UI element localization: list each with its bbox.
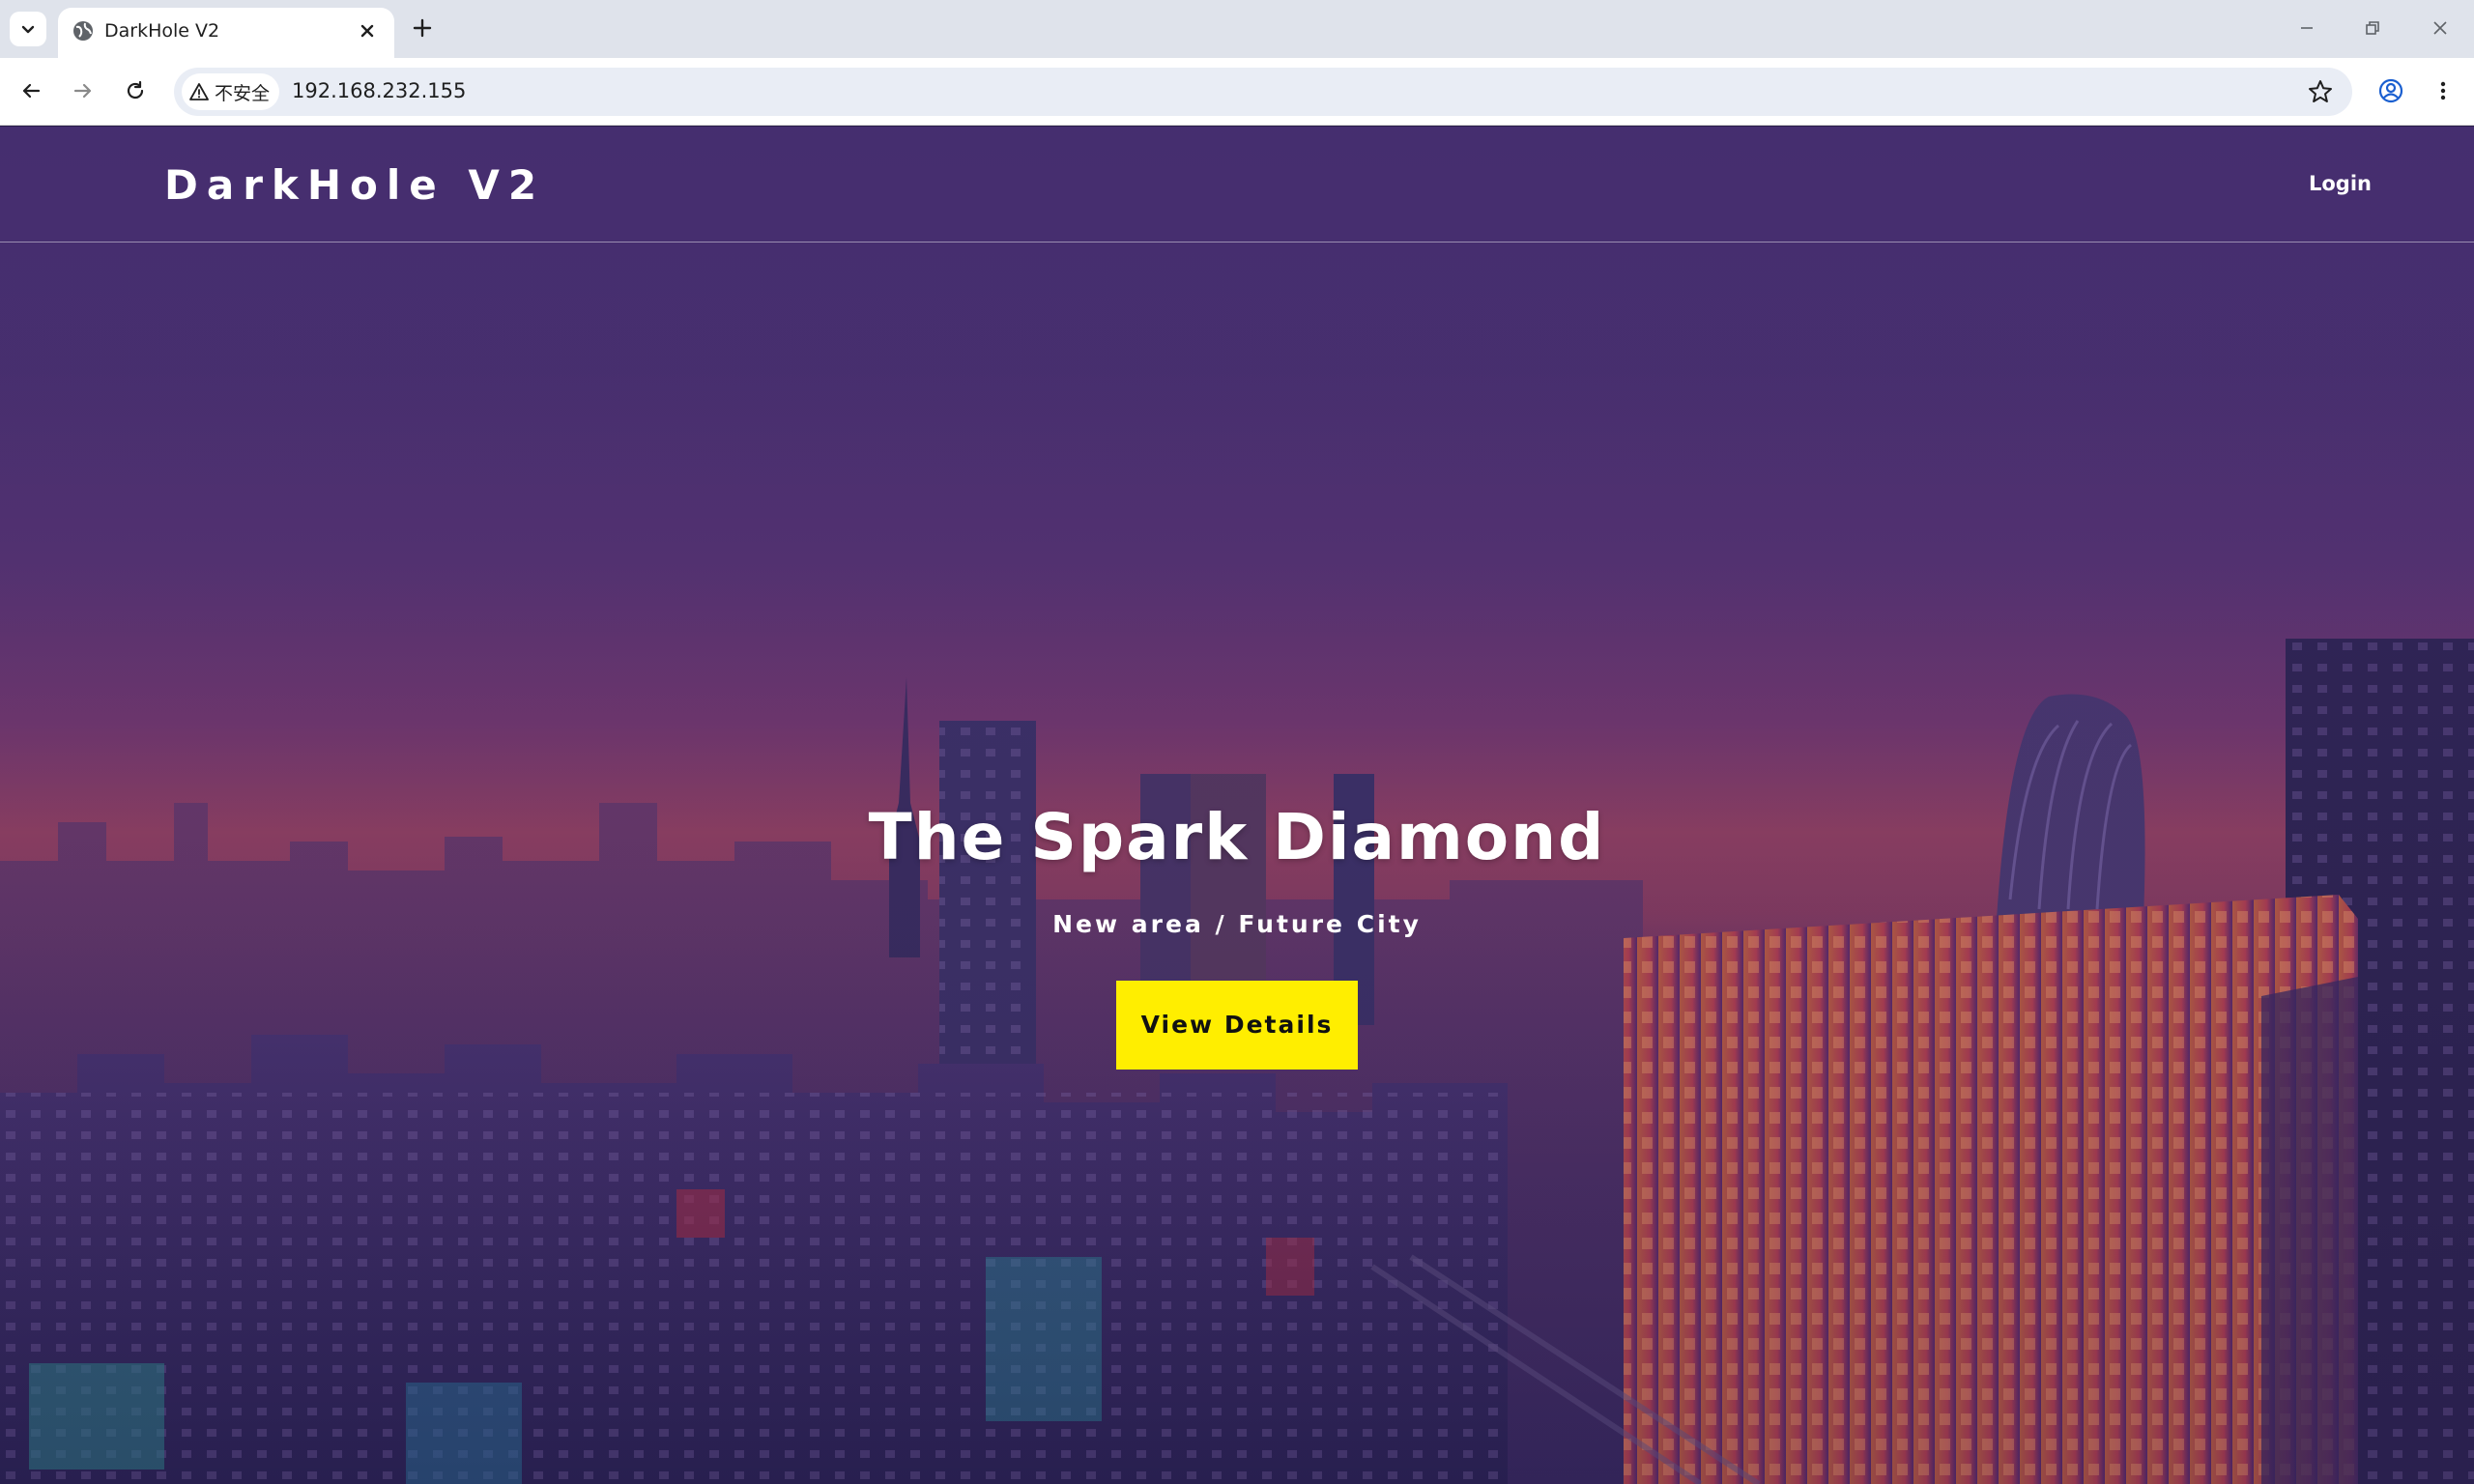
minimize-icon	[2301, 27, 2313, 29]
browser-menu-button[interactable]	[2428, 75, 2459, 106]
forward-arrow-icon	[73, 83, 92, 99]
browser-toolbar: 不安全 192.168.232.155	[0, 58, 2474, 126]
close-icon[interactable]	[358, 21, 377, 41]
address-bar[interactable]: 不安全 192.168.232.155	[174, 68, 2352, 116]
restore-icon	[2366, 21, 2379, 35]
forward-button[interactable]	[68, 75, 99, 106]
view-details-button[interactable]: View Details	[1116, 980, 1358, 1070]
back-button[interactable]	[15, 75, 46, 106]
kebab-menu-icon	[2440, 81, 2446, 100]
hero-subtitle: New area / Future City	[1052, 909, 1422, 938]
back-arrow-icon	[22, 83, 41, 99]
minimize-button[interactable]	[2292, 14, 2321, 43]
tab-title: DarkHole V2	[104, 20, 220, 42]
window-close-icon	[2433, 21, 2447, 35]
page-viewport: DarkHole V2 Login The Spark Diamond New …	[0, 127, 2474, 1484]
profile-button[interactable]	[2375, 75, 2406, 106]
hero-title: The Spark Diamond	[868, 800, 1606, 874]
security-indicator[interactable]: 不安全	[182, 73, 280, 110]
reload-button[interactable]	[120, 75, 151, 106]
star-icon[interactable]	[2306, 77, 2335, 106]
reload-icon	[127, 80, 144, 100]
tab-search-button[interactable]	[10, 12, 46, 46]
plus-icon[interactable]	[410, 15, 435, 41]
tab-search-icon	[21, 25, 35, 34]
warning-icon	[189, 83, 209, 100]
browser-tab-active[interactable]: DarkHole V2	[58, 8, 394, 58]
login-link[interactable]: Login	[2309, 172, 2372, 195]
site-brand[interactable]: DarkHole V2	[164, 161, 545, 209]
hero-content: The Spark Diamond New area / Future City…	[0, 800, 2474, 1070]
url-text[interactable]: 192.168.232.155	[292, 79, 466, 102]
restore-button[interactable]	[2358, 14, 2387, 43]
window-close-button[interactable]	[2426, 14, 2455, 43]
site-navbar: DarkHole V2 Login	[0, 127, 2474, 243]
profile-icon	[2378, 78, 2403, 103]
globe-icon	[73, 21, 93, 41]
security-label: 不安全	[215, 82, 271, 104]
browser-tab-bar: DarkHole V2	[0, 0, 2474, 58]
